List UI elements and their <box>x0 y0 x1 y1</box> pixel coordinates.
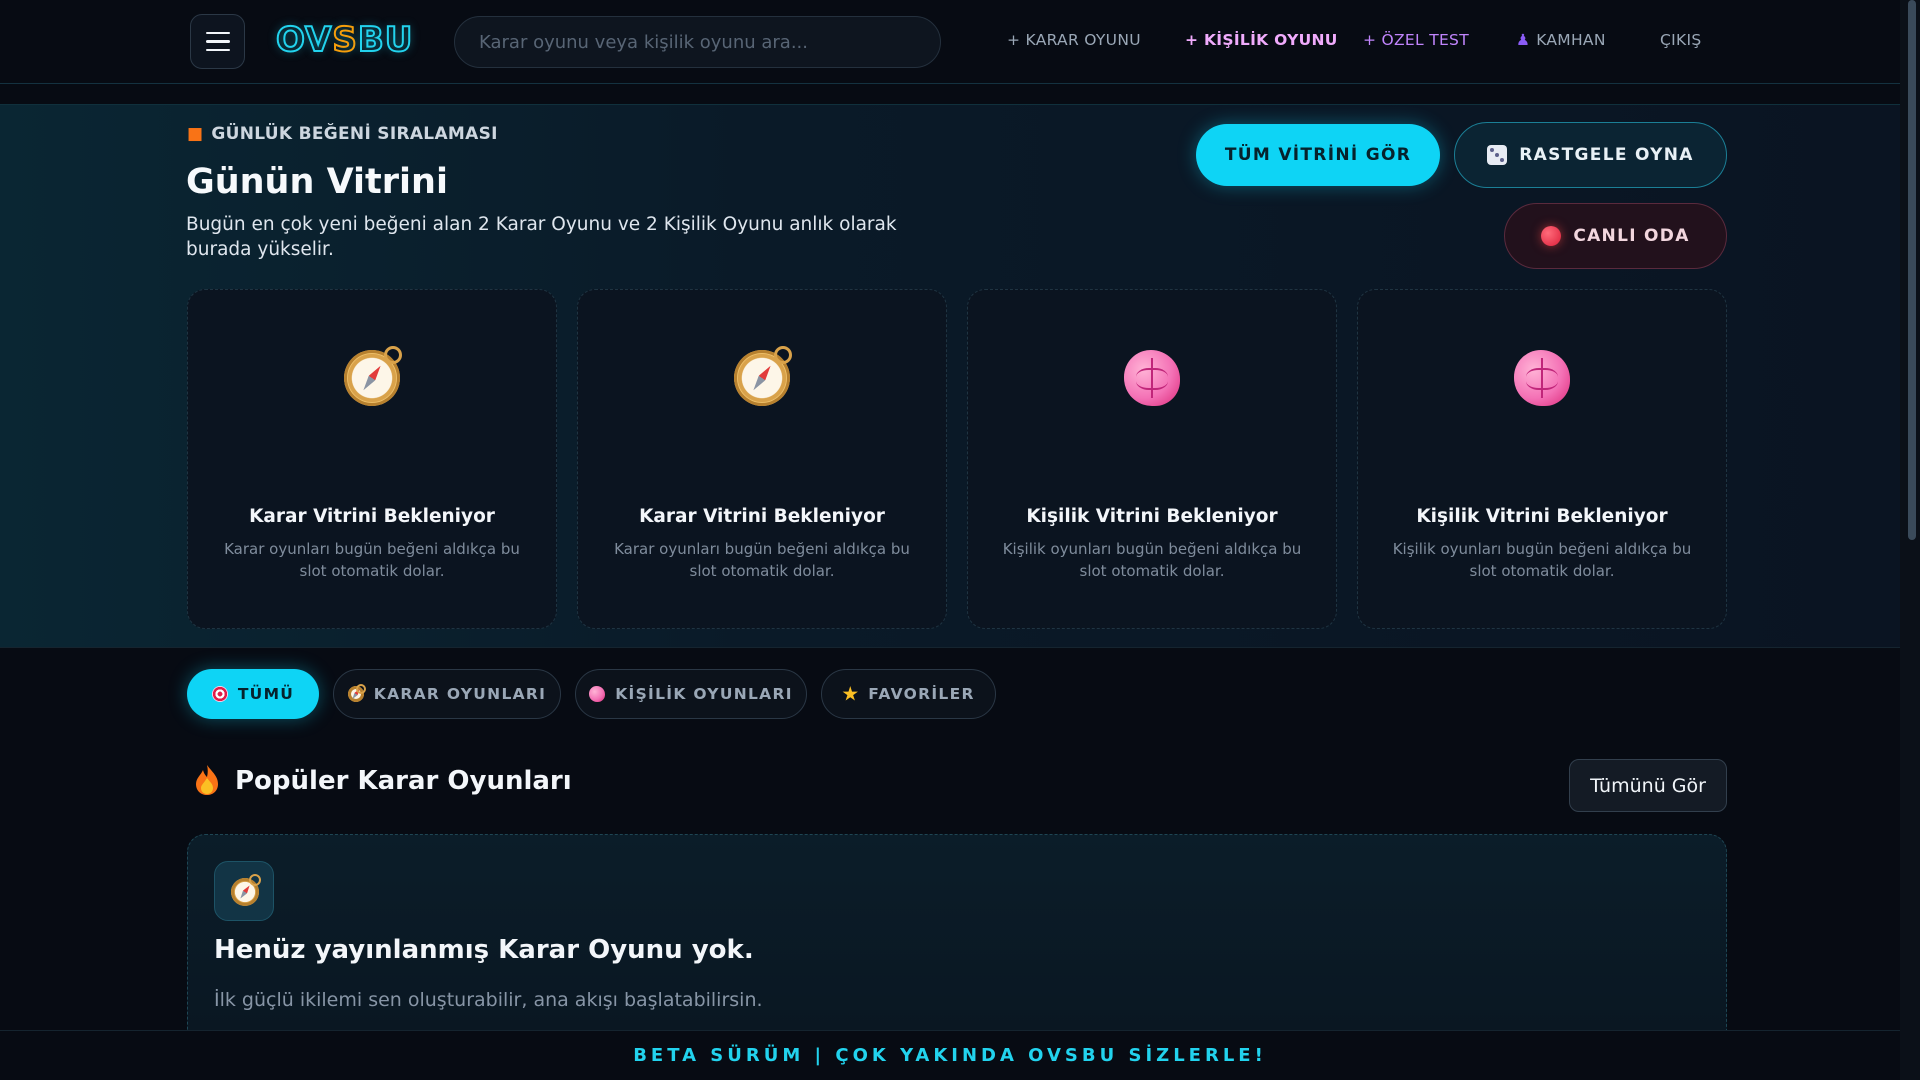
profile-username: KAMHAN <box>1536 31 1606 49</box>
showcase-card[interactable]: Karar Vitrini Bekleniyor Karar oyunları … <box>187 289 557 629</box>
compass-icon <box>231 874 261 906</box>
card-title: Karar Vitrini Bekleniyor <box>639 506 885 527</box>
see-all-button[interactable]: Tümünü Gör <box>1569 759 1727 812</box>
top-navbar: OVSBU + KARAR OYUNU + KİŞİLİK OYUNU + ÖZ… <box>0 0 1900 84</box>
star-icon <box>842 686 858 701</box>
showcase-eyebrow: ■ GÜNLÜK BEĞENİ SIRALAMASI <box>187 124 498 144</box>
nav-logout[interactable]: ÇIKIŞ <box>1660 31 1701 49</box>
compass-icon <box>734 346 792 406</box>
card-title: Kişilik Vitrini Bekleniyor <box>1416 506 1668 527</box>
card-description: Kişilik oyunları bugün beğeni aldıkça bu… <box>1002 540 1302 580</box>
menu-button[interactable] <box>190 14 245 69</box>
card-description: Kişilik oyunları bugün beğeni aldıkça bu… <box>1392 540 1692 580</box>
user-icon: ♟ <box>1516 31 1531 49</box>
tab-label: FAVORİLER <box>868 685 975 703</box>
tab-favorites[interactable]: FAVORİLER <box>821 669 996 719</box>
nav-new-decision-game[interactable]: + KARAR OYUNU <box>1007 31 1141 49</box>
eyebrow-text: GÜNLÜK BEĞENİ SIRALAMASI <box>211 124 498 144</box>
brain-icon <box>1514 350 1570 406</box>
live-dot-icon <box>1541 226 1562 246</box>
logo-text-mid: S <box>331 19 358 61</box>
nav-new-personality-game[interactable]: + KİŞİLİK OYUNU <box>1185 31 1338 49</box>
card-title: Karar Vitrini Bekleniyor <box>249 506 495 527</box>
showcase-card[interactable]: Kişilik Vitrini Bekleniyor Kişilik oyunl… <box>1357 289 1727 629</box>
section-title: Popüler Karar Oyunları <box>235 766 572 796</box>
fire-icon: ■ <box>187 124 204 144</box>
scrollbar-thumb[interactable] <box>1908 0 1916 540</box>
compass-icon <box>347 684 366 702</box>
showcase-subtitle: Bugün en çok yeni beğeni alan 2 Karar Oy… <box>186 214 897 260</box>
random-play-label: RASTGELE OYNA <box>1519 145 1694 165</box>
random-play-button[interactable]: RASTGELE OYNA <box>1454 122 1727 188</box>
tab-personality-games[interactable]: KİŞİLİK OYUNLARI <box>575 669 807 719</box>
card-description: Karar oyunları bugün beğeni aldıkça bu s… <box>224 540 520 580</box>
nav-new-custom-test[interactable]: + ÖZEL TEST <box>1363 31 1469 49</box>
tab-all[interactable]: TÜMÜ <box>187 669 319 719</box>
card-title: Kişilik Vitrini Bekleniyor <box>1026 506 1278 527</box>
card-description: Karar oyunları bugün beğeni aldıkça bu s… <box>614 540 910 580</box>
logo-text-end: BU <box>357 19 414 61</box>
fire-icon <box>196 765 218 795</box>
hamburger-icon <box>205 31 230 35</box>
hamburger-icon-line <box>205 40 230 43</box>
beta-banner: BETA SÜRÜM | ÇOK YAKINDA OVSBU SİZLERLE! <box>0 1030 1900 1080</box>
live-room-label: CANLI ODA <box>1573 226 1690 246</box>
live-room-button[interactable]: CANLI ODA <box>1504 203 1727 269</box>
tab-decision-games[interactable]: KARAR OYUNLARI <box>333 669 561 719</box>
showcase-card[interactable]: Kişilik Vitrini Bekleniyor Kişilik oyunl… <box>967 289 1337 629</box>
empty-state-title: Henüz yayınlanmış Karar Oyunu yok. <box>214 935 754 965</box>
tab-label: KARAR OYUNLARI <box>373 685 547 703</box>
hamburger-icon-line <box>205 48 230 52</box>
empty-state-icon-box <box>214 861 274 921</box>
showcase-card[interactable]: Karar Vitrini Bekleniyor Karar oyunları … <box>577 289 947 629</box>
brain-icon <box>1124 350 1180 406</box>
logo-text: OV <box>275 19 333 61</box>
view-all-showcase-button[interactable]: TÜM VİTRİNİ GÖR <box>1196 124 1440 186</box>
search-input[interactable] <box>454 16 941 68</box>
tab-label: KİŞİLİK OYUNLARI <box>615 685 793 703</box>
compass-icon <box>344 346 402 406</box>
dice-icon <box>1487 145 1508 165</box>
tab-label: TÜMÜ <box>237 685 295 703</box>
empty-state-description: İlk güçlü ikilemi sen oluşturabilir, ana… <box>214 989 763 1011</box>
logo[interactable]: OVSBU <box>275 19 414 61</box>
scrollbar[interactable] <box>1900 0 1920 1080</box>
nav-profile[interactable]: ♟ KAMHAN <box>1516 31 1606 49</box>
page-title: Günün Vitrini <box>186 162 448 202</box>
brain-icon <box>589 686 606 702</box>
target-icon <box>211 686 228 702</box>
